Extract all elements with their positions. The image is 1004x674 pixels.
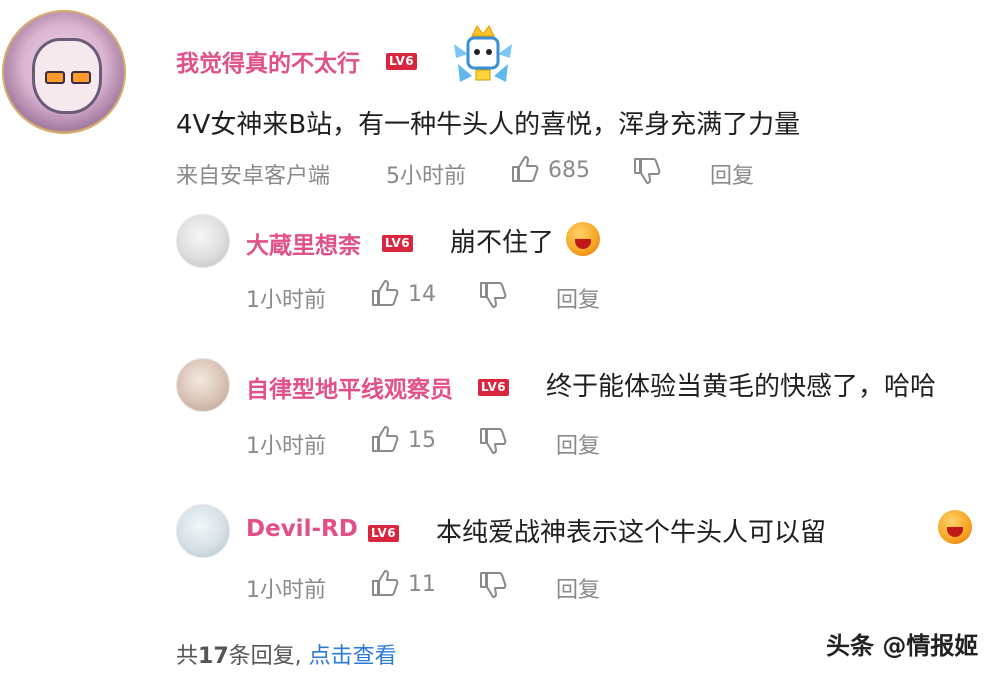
main-comment-like-count: 685	[548, 158, 590, 183]
thumbs-up-icon[interactable]	[370, 278, 400, 308]
reply-content: 本纯爱战神表示这个牛头人可以留	[436, 518, 827, 548]
reply-total-count: 17	[198, 644, 229, 669]
level-badge-label: LV6	[478, 379, 510, 396]
reply-content: 崩不住了	[450, 228, 555, 258]
level-badge-label: LV6	[382, 235, 414, 252]
avatar-eye	[45, 71, 65, 84]
avatar-eye	[71, 71, 91, 84]
thumbs-down-icon[interactable]	[478, 426, 508, 456]
main-comment-avatar[interactable]	[2, 10, 126, 134]
thumbs-up-icon[interactable]	[510, 154, 540, 184]
level-badge: LV6	[478, 376, 510, 396]
reply-username[interactable]: Devil-RD	[246, 516, 358, 542]
thumbs-up-icon[interactable]	[370, 424, 400, 454]
main-comment-reply-button[interactable]: 回复	[710, 158, 754, 190]
reply-like-count: 14	[408, 282, 436, 307]
reply-like-count: 15	[408, 428, 436, 453]
watermark: 头条 @情报姬	[826, 632, 979, 660]
thumbs-down-icon[interactable]	[478, 280, 508, 310]
level-badge: LV6	[386, 50, 418, 70]
reply-button[interactable]: 回复	[556, 572, 600, 604]
main-comment-username[interactable]: 我觉得真的不太行	[176, 44, 360, 78]
level-badge: LV6	[368, 522, 400, 542]
level-badge-label: LV6	[368, 525, 400, 542]
reply-total: 共17条回复, 点击查看	[176, 638, 397, 670]
reply-username[interactable]: 大蔵里想柰	[246, 226, 361, 260]
reply-time: 1小时前	[246, 578, 326, 603]
main-comment-device: 来自安卓客户端	[176, 164, 331, 189]
main-comment-content: 4V女神来B站，有一种牛头人的喜悦，浑身充满了力量	[176, 110, 801, 140]
reply-content: 终于能体验当黄毛的快感了，哈哈	[546, 372, 937, 402]
thumbs-up-icon[interactable]	[370, 568, 400, 598]
reply-avatar[interactable]	[176, 504, 230, 558]
reply-avatar[interactable]	[176, 214, 230, 268]
level-badge: LV6	[382, 232, 414, 252]
emoji	[566, 222, 600, 256]
main-comment-time: 5小时前	[386, 164, 466, 189]
thumbs-down-icon[interactable]	[632, 156, 662, 186]
reply-time: 1小时前	[246, 434, 326, 459]
view-replies-link[interactable]: 点击查看	[309, 644, 397, 669]
reply-avatar[interactable]	[176, 358, 230, 412]
reply-time: 1小时前	[246, 288, 326, 313]
reply-button[interactable]: 回复	[556, 282, 600, 314]
reply-username[interactable]: 自律型地平线观察员	[246, 370, 453, 404]
reply-total-suffix: 条回复,	[228, 644, 302, 669]
mascot-badge-icon	[450, 24, 516, 86]
reply-like-count: 11	[408, 572, 436, 597]
reply-total-prefix: 共	[176, 644, 199, 669]
thumbs-down-icon[interactable]	[478, 570, 508, 600]
level-badge-label: LV6	[386, 53, 418, 70]
reply-button[interactable]: 回复	[556, 428, 600, 460]
avatar-face	[32, 38, 102, 114]
emoji	[938, 510, 973, 544]
